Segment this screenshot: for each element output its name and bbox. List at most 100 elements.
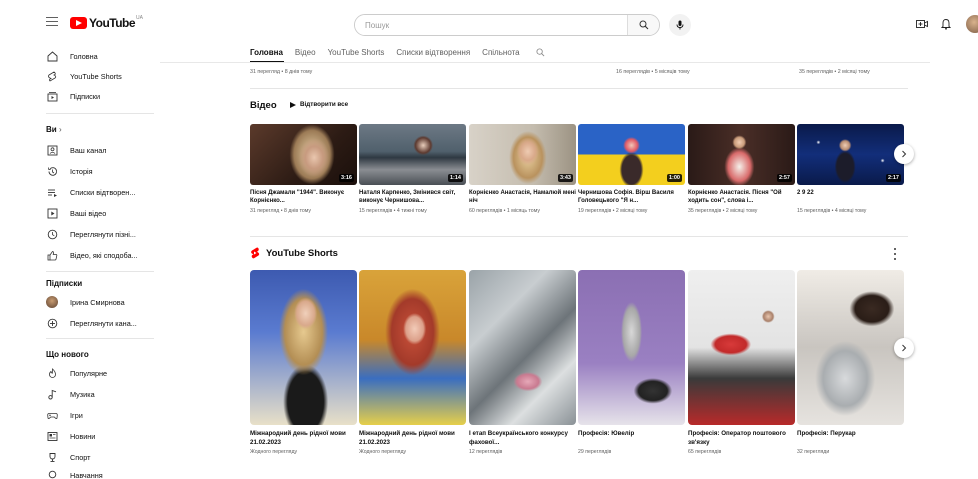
video-thumbnail[interactable]: 2:17: [797, 124, 904, 185]
short-thumbnail[interactable]: [578, 270, 685, 425]
video-thumbnail[interactable]: 1:14: [359, 124, 466, 185]
search-button[interactable]: [627, 15, 659, 35]
video-meta: 19 переглядів • 2 місяці тому: [578, 208, 648, 214]
short-card[interactable]: І етап Всеукраїнського конкурсу фахової.…: [469, 270, 576, 455]
video-meta: 15 переглядів • 4 місяці тому: [797, 208, 867, 214]
shorts-next-button[interactable]: [894, 338, 914, 358]
channel-search-icon[interactable]: [536, 47, 545, 57]
video-duration: 1:14: [447, 174, 463, 182]
sidebar-item-home[interactable]: Головна: [46, 47, 156, 65]
tab-videos[interactable]: Відео: [295, 48, 316, 57]
sidebar-item-your-videos[interactable]: Ваші відео: [46, 204, 156, 222]
sidebar-item-your-channel[interactable]: Ваш канал: [46, 141, 156, 159]
voice-search-button[interactable]: [669, 14, 691, 36]
video-title[interactable]: Чернишова Софія. Вірш Василя Голов­ецько…: [578, 189, 685, 205]
tab-home[interactable]: Головна: [250, 48, 283, 57]
shorts-icon: [46, 70, 58, 82]
lightbulb-icon: [46, 469, 58, 479]
short-title[interactable]: Міжнародний день рідної мови 21.02.2023: [359, 430, 466, 447]
short-title[interactable]: Професія: Ювелір: [578, 430, 685, 447]
account-avatar[interactable]: [966, 15, 978, 33]
video-card[interactable]: 2:57 Корнієнко Анастасія. Пісня "Ой ходи…: [688, 124, 795, 214]
short-title[interactable]: Професія: Перукар: [797, 430, 904, 447]
sidebar-item-subscriptions[interactable]: Підписки: [46, 87, 156, 105]
video-card[interactable]: 1:14 Наталя Карпенко, Змінився світ, вик…: [359, 124, 466, 214]
play-all-label: Відтворити все: [300, 101, 349, 108]
videos-section-title[interactable]: Відео: [250, 100, 277, 111]
video-thumbnail[interactable]: 2:57: [688, 124, 795, 185]
more-actions-icon[interactable]: [893, 248, 897, 260]
short-thumbnail[interactable]: [250, 270, 357, 425]
sidebar-item-gaming[interactable]: Ігри: [46, 406, 156, 424]
video-title[interactable]: Наталя Карпенко, Змінився світ, виконує …: [359, 189, 466, 205]
video-title[interactable]: Корнієнко Анастасія. Пісня "Ой ходить со…: [688, 189, 795, 205]
youtube-play-icon: [70, 17, 87, 29]
short-thumbnail[interactable]: [359, 270, 466, 425]
sidebar-item-sports[interactable]: Спорт: [46, 448, 156, 466]
sidebar-item-trending[interactable]: Популярне: [46, 364, 156, 382]
video-thumbnail[interactable]: 3:16: [250, 124, 357, 185]
sidebar-item-watch-later[interactable]: Переглянути пізні...: [46, 225, 156, 243]
bell-icon: [941, 19, 951, 30]
short-meta: 65 переглядів: [688, 449, 722, 455]
sidebar-item-label: Ірина Смирнова: [70, 297, 125, 307]
trending-icon: [46, 367, 58, 379]
short-meta: Жодного перегляду: [250, 449, 298, 455]
short-title[interactable]: Міжнародний день рідної мови 21.02.2023: [250, 430, 357, 447]
sidebar-item-playlists[interactable]: Списки відтворен...: [46, 183, 156, 201]
tab-shorts[interactable]: YouTube Shorts: [328, 48, 385, 57]
short-thumbnail[interactable]: [688, 270, 795, 425]
sidebar-item-learning[interactable]: Навчання: [46, 466, 156, 479]
video-thumbnail[interactable]: 3:43: [469, 124, 576, 185]
video-duration: 1:00: [666, 174, 682, 182]
notifications-button[interactable]: [938, 16, 954, 32]
search-icon: [639, 20, 648, 30]
menu-icon[interactable]: [46, 17, 58, 27]
sidebar-item-label: Історія: [70, 166, 93, 176]
sidebar-item-news[interactable]: Новини: [46, 427, 156, 445]
you-section-heading[interactable]: Ви ›: [46, 125, 62, 134]
sidebar-item-browse-channels[interactable]: Переглянути кана...: [46, 314, 156, 332]
video-card[interactable]: 2:17 2 9 22 15 переглядів • 4 місяці том…: [797, 124, 904, 214]
video-title[interactable]: 2 9 22: [797, 189, 904, 205]
sidebar-item-liked[interactable]: Відео, які сподоба...: [46, 246, 156, 264]
shorts-section-title[interactable]: YouTube Shorts: [250, 247, 338, 259]
play-all-button[interactable]: Відтворити все: [290, 101, 348, 108]
tab-community[interactable]: Спільнота: [482, 48, 519, 57]
short-title[interactable]: І етап Всеукраїнського конкурсу фахової.…: [469, 430, 576, 447]
create-button[interactable]: [914, 16, 930, 32]
explore-heading: Що нового: [46, 350, 89, 359]
video-meta: 16 переглядів • 5 місяців тому: [616, 69, 690, 75]
short-card[interactable]: Міжнародний день рідної мови 21.02.2023 …: [250, 270, 357, 455]
sidebar-item-history[interactable]: Історія: [46, 162, 156, 180]
short-card[interactable]: Професія: Ювелір 29 переглядів: [578, 270, 685, 455]
short-thumbnail[interactable]: [469, 270, 576, 425]
video-card[interactable]: 3:16 Пісня Джамали "1944". Виконує Корні…: [250, 124, 357, 214]
video-title[interactable]: Пісня Джамали "1944". Виконує Корнієнко.…: [250, 189, 357, 205]
video-duration: 2:17: [885, 174, 901, 182]
sidebar-item-shorts[interactable]: YouTube Shorts: [46, 67, 156, 85]
short-card[interactable]: Професія: Перукар 32 перегляди: [797, 270, 904, 455]
short-card[interactable]: Міжнародний день рідної мови 21.02.2023 …: [359, 270, 466, 455]
video-thumbnail[interactable]: 1:00: [578, 124, 685, 185]
mic-icon: [676, 20, 684, 30]
tab-playlists[interactable]: Списки відтворення: [396, 48, 470, 57]
short-meta: Жодного перегляду: [359, 449, 407, 455]
video-duration: 2:57: [776, 174, 792, 182]
youtube-logo[interactable]: YouTube UA: [70, 15, 143, 30]
playlists-icon: [46, 186, 58, 198]
short-card[interactable]: Професія: Оператор поштового зв'язку 65 …: [688, 270, 795, 455]
video-title[interactable]: Корнієнко Анастасія, Намалюй мені ніч: [469, 189, 576, 205]
add-circle-icon: [46, 317, 58, 329]
subscriptions-icon: [46, 90, 58, 102]
sidebar-item-label: Підписки: [70, 91, 101, 101]
search-input[interactable]: [355, 15, 627, 35]
short-title[interactable]: Професія: Оператор поштового зв'язку: [688, 430, 795, 447]
videos-next-button[interactable]: [894, 144, 914, 164]
sidebar-subscription-channel[interactable]: Ірина Смирнова: [46, 293, 156, 311]
sidebar-item-label: Списки відтворен...: [70, 187, 136, 197]
short-thumbnail[interactable]: [797, 270, 904, 425]
sidebar-item-music[interactable]: Музика: [46, 385, 156, 403]
video-card[interactable]: 3:43 Корнієнко Анастасія, Намалюй мені н…: [469, 124, 576, 214]
video-card[interactable]: 1:00 Чернишова Софія. Вірш Василя Голов­…: [578, 124, 685, 214]
